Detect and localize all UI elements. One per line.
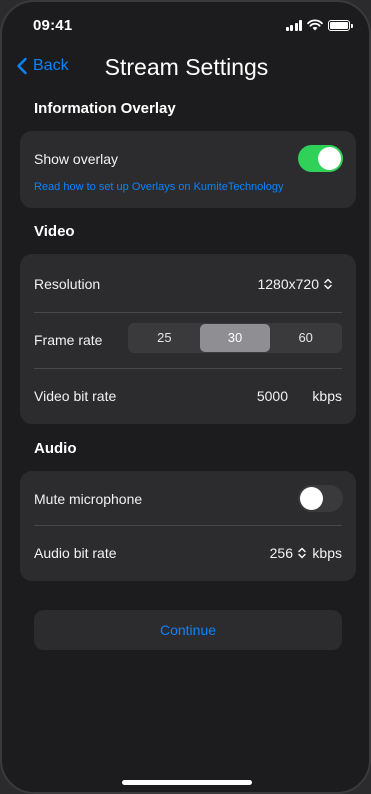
battery-icon: [328, 19, 353, 31]
wifi-icon: [307, 19, 323, 31]
divider: [34, 525, 342, 526]
frame-rate-segmented-control[interactable]: 25 30 60: [128, 323, 342, 353]
resolution-value: 1280x720: [257, 276, 319, 292]
video-bit-rate-value[interactable]: 5000: [257, 388, 288, 404]
overlay-card: Show overlay Read how to set up Overlays…: [20, 131, 356, 208]
audio-bit-rate-value: 256: [269, 545, 293, 561]
section-header-overlay: Information Overlay: [34, 100, 176, 117]
mute-microphone-label: Mute microphone: [34, 491, 143, 507]
toggle-knob: [300, 487, 323, 510]
overlay-help-link[interactable]: Read how to set up Overlays on KumiteTec…: [34, 181, 283, 193]
resolution-picker[interactable]: 1280x720: [257, 276, 332, 292]
audio-bit-rate-label: Audio bit rate: [34, 545, 117, 561]
frame-rate-option-30[interactable]: 30: [199, 324, 271, 352]
chevron-up-down-icon: [324, 278, 332, 290]
audio-bit-rate-picker[interactable]: 256: [270, 545, 306, 561]
cellular-signal-icon: [285, 19, 302, 31]
home-indicator[interactable]: [122, 780, 252, 785]
chevron-up-down-icon: [298, 547, 306, 559]
divider: [34, 312, 342, 313]
divider: [34, 368, 342, 369]
status-bar: 09:41: [2, 2, 369, 48]
frame-rate-label: Frame rate: [34, 332, 103, 348]
section-header-audio: Audio: [34, 440, 77, 457]
resolution-label: Resolution: [34, 276, 101, 292]
video-bit-rate-unit: kbps: [312, 388, 342, 404]
audio-bit-rate-unit: kbps: [312, 545, 342, 561]
phone-screen: 09:41 Back Stream Settings Information O…: [0, 0, 371, 794]
toggle-knob: [318, 147, 341, 170]
status-time: 09:41: [33, 17, 73, 34]
status-icons: [285, 19, 353, 31]
show-overlay-label: Show overlay: [34, 151, 119, 167]
video-bit-rate-label: Video bit rate: [34, 388, 117, 404]
audio-card: Mute microphone Audio bit rate 256 kbps: [20, 471, 356, 581]
section-header-video: Video: [34, 223, 75, 240]
mute-microphone-toggle[interactable]: [298, 485, 343, 512]
page-title: Stream Settings: [104, 54, 269, 80]
continue-button[interactable]: Continue: [34, 610, 342, 650]
frame-rate-option-60[interactable]: 60: [270, 324, 341, 352]
frame-rate-option-25[interactable]: 25: [129, 324, 200, 352]
video-card: Resolution 1280x720 Frame rate 25 30 60 …: [20, 254, 356, 424]
show-overlay-toggle[interactable]: [298, 145, 343, 172]
